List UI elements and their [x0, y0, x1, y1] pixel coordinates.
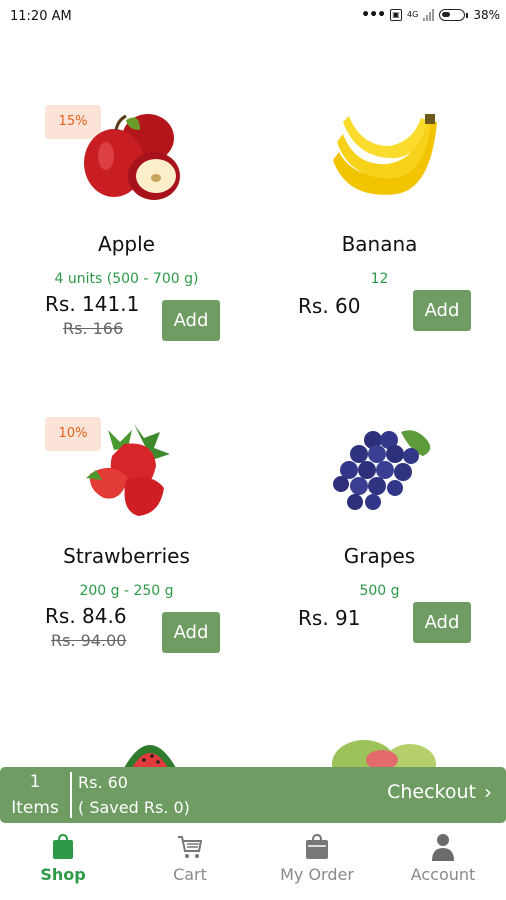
guava-image [332, 740, 436, 768]
order-bag-icon [306, 834, 328, 859]
product-price: Rs. 84.6 [45, 604, 127, 628]
divider [70, 772, 72, 818]
product-unit: 500 g [359, 583, 400, 599]
add-button[interactable]: Add [162, 612, 220, 653]
nav-label: Account [410, 865, 476, 884]
bag-icon [53, 834, 73, 859]
product-unit: 4 units (500 - 700 g) [54, 271, 199, 287]
nav-label: My Order [280, 865, 354, 884]
chevron-right-icon: › [484, 780, 492, 804]
person-icon [432, 834, 454, 861]
banana-image [333, 114, 437, 195]
cart-item-count: 1 Items [0, 767, 70, 823]
nav-shop[interactable]: Shop [0, 832, 126, 884]
product-card-apple[interactable]: 15% Apple 4 units (500 - 700 g) Rs. 141.… [0, 0, 253, 341]
product-unit: 200 g - 250 g [79, 583, 174, 599]
nav-cart[interactable]: Cart [127, 832, 253, 884]
product-card-strawberries[interactable]: 10% Strawberries 200 g - 250 g Rs. 84.6 … [0, 312, 253, 653]
strawberry-image [86, 424, 170, 516]
cart-summary-bar[interactable]: 1 Items Rs. 60 ( Saved Rs. 0) Checkout › [0, 767, 506, 823]
nav-my-order[interactable]: My Order [254, 832, 380, 884]
cart-icon [178, 836, 203, 858]
cart-amount: Rs. 60 ( Saved Rs. 0) [78, 770, 190, 820]
product-name: Strawberries [63, 544, 190, 568]
product-card-grapes[interactable]: Grapes 500 g Rs. 91 Add [253, 312, 506, 643]
product-price: Rs. 91 [298, 606, 361, 630]
product-old-price: Rs. 94.00 [51, 631, 127, 650]
apple-image [84, 114, 180, 200]
bottom-navigation: Shop Cart My Order Account [0, 826, 506, 900]
cart-total: Rs. 60 [78, 773, 128, 792]
cart-saved: ( Saved Rs. 0) [78, 798, 190, 817]
grapes-image [333, 430, 431, 510]
product-card-banana[interactable]: Banana 12 Rs. 60 Add [253, 0, 506, 331]
nav-label: Shop [40, 865, 86, 884]
nav-account[interactable]: Account [380, 832, 506, 884]
checkout-button[interactable]: Checkout [387, 781, 476, 803]
add-button[interactable]: Add [413, 602, 471, 643]
product-unit: 12 [370, 271, 389, 287]
cart-count-label: Items [11, 798, 59, 818]
nav-label: Cart [173, 865, 207, 884]
cart-count: 1 [29, 772, 41, 792]
product-name: Banana [341, 232, 418, 256]
watermelon-image [124, 745, 176, 768]
product-name: Grapes [343, 544, 416, 568]
product-name: Apple [98, 232, 155, 256]
